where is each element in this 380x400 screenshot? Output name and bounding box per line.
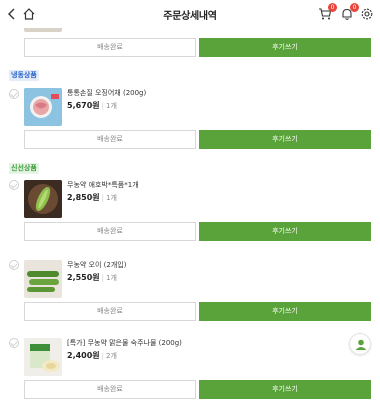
write-review-button[interactable]: 후기쓰기 (199, 130, 371, 149)
squid-product-image (24, 88, 62, 126)
product-qty: 1개 (106, 102, 117, 110)
product-image[interactable] (24, 338, 62, 376)
product-image[interactable] (24, 260, 62, 298)
product-name[interactable]: 무농약 애호박*특품*1개 (67, 180, 139, 190)
product-name[interactable]: [특가] 무농약 맑은물 숙주나물 (200g) (67, 338, 182, 348)
product-price-line: 2,850원 | 1개 (67, 192, 117, 203)
write-review-button[interactable]: 후기쓰기 (199, 380, 371, 399)
zucchini-product-image (24, 180, 62, 218)
section-tag-frozen: 냉동상품 (9, 70, 39, 81)
delivery-complete-button[interactable]: 배송완료 (24, 38, 196, 57)
gear-icon (361, 8, 373, 20)
person-icon (355, 339, 367, 350)
product-qty: 1개 (106, 194, 117, 202)
floating-user-button[interactable] (349, 333, 371, 355)
write-review-button[interactable]: 후기쓰기 (199, 302, 371, 321)
product-price: 2,550원 (67, 273, 100, 282)
order-detail-content: 배송완료 후기쓰기 냉동상품 통통손질 오징어채 (200g) 5,670원 | 1… (0, 0, 380, 400)
product-name[interactable]: 무농약 오이 (2개입) (67, 260, 126, 270)
divider: | (101, 274, 105, 282)
product-qty: 1개 (106, 274, 117, 282)
product-image[interactable] (24, 180, 62, 218)
product-price-line: 2,550원 | 1개 (67, 272, 117, 283)
select-checkbox[interactable] (9, 180, 19, 190)
select-checkbox[interactable] (9, 89, 19, 99)
write-review-button[interactable]: 후기쓰기 (199, 38, 371, 57)
notification-badge: 0 (350, 3, 359, 12)
product-image[interactable] (24, 88, 62, 126)
product-price: 2,400원 (67, 351, 100, 360)
delivery-complete-button[interactable]: 배송완료 (24, 302, 196, 321)
product-price: 2,850원 (67, 193, 100, 202)
write-review-button[interactable]: 후기쓰기 (199, 222, 371, 241)
divider: | (101, 102, 105, 110)
top-header: 주문상세내역 0 0 (0, 0, 380, 28)
product-price-line: 2,400원 | 2개 (67, 350, 117, 361)
product-qty: 2개 (106, 352, 117, 360)
settings-button[interactable] (360, 6, 374, 20)
cart-button[interactable]: 0 (318, 3, 337, 20)
divider: | (101, 194, 105, 202)
product-price-line: 5,670원 | 1개 (67, 100, 117, 111)
product-price: 5,670원 (67, 101, 100, 110)
delivery-complete-button[interactable]: 배송완료 (24, 130, 196, 149)
delivery-complete-button[interactable]: 배송완료 (24, 222, 196, 241)
divider: | (101, 352, 105, 360)
select-checkbox[interactable] (9, 338, 19, 348)
product-name[interactable]: 통통손질 오징어채 (200g) (67, 88, 146, 98)
select-checkbox[interactable] (9, 260, 19, 270)
notification-button[interactable]: 0 (340, 3, 359, 20)
delivery-complete-button[interactable]: 배송완료 (24, 380, 196, 399)
section-tag-fresh: 신선상품 (9, 163, 39, 174)
cart-badge: 0 (328, 3, 337, 12)
cucumber-product-image (24, 260, 62, 298)
bean-sprout-product-image (24, 338, 62, 376)
